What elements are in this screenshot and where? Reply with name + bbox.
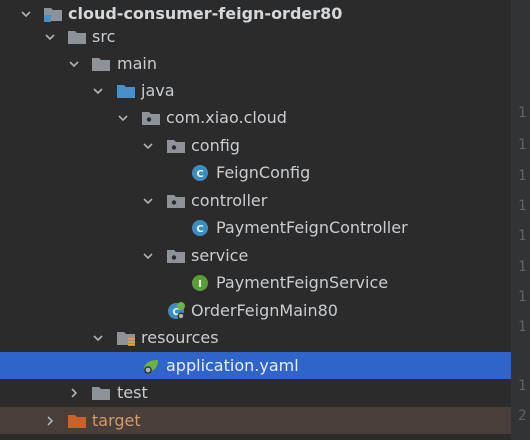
- line-number: 1: [518, 228, 527, 244]
- chevron-down-icon[interactable]: [43, 30, 57, 44]
- module-folder-icon: [43, 5, 63, 23]
- folder-label: java: [141, 80, 175, 100]
- tree-row-order-feign-main80[interactable]: OrderFeignMain80: [0, 297, 511, 324]
- file-label: application.yaml: [166, 355, 299, 375]
- line-number: 1: [518, 378, 527, 394]
- chevron-right-icon[interactable]: [67, 386, 81, 400]
- tree-row-src[interactable]: src: [0, 23, 511, 50]
- project-name: cloud-consumer-feign-order80: [68, 3, 343, 23]
- spring-boot-class-icon: [166, 302, 186, 320]
- line-number: 1: [518, 319, 527, 335]
- folder-label: test: [117, 382, 148, 402]
- excluded-folder-icon: [67, 412, 87, 430]
- project-panel: cloud-consumer-feign-order80 src main ja…: [0, 0, 530, 440]
- tree-row-service[interactable]: service: [0, 242, 511, 269]
- line-number: 1: [518, 137, 527, 153]
- package-label: service: [191, 245, 249, 265]
- folder-label: src: [92, 26, 116, 46]
- package-icon: [166, 247, 186, 265]
- tree-row-payment-feign-controller[interactable]: PaymentFeignController: [0, 214, 511, 241]
- folder-label: resources: [141, 327, 219, 347]
- file-label: OrderFeignMain80: [191, 300, 338, 320]
- chevron-down-icon[interactable]: [141, 139, 155, 153]
- line-number: 1: [518, 105, 527, 121]
- package-icon: [166, 192, 186, 210]
- tree-row-feign-config[interactable]: FeignConfig: [0, 159, 511, 186]
- tree-row-java[interactable]: java: [0, 77, 511, 104]
- source-folder-icon: [116, 82, 136, 100]
- folder-label: main: [117, 53, 157, 73]
- folder-label: target: [92, 410, 141, 430]
- editor-gutter: 1 1 1 1 1 1 1 1 1 2: [511, 0, 530, 440]
- tree-row-main[interactable]: main: [0, 50, 511, 77]
- class-icon: [190, 219, 210, 237]
- tree-row-payment-feign-service[interactable]: PaymentFeignService: [0, 269, 511, 296]
- package-icon: [166, 137, 186, 155]
- tree-row-target[interactable]: target: [0, 407, 511, 434]
- package-label: com.xiao.cloud: [166, 107, 287, 127]
- package-label: config: [191, 135, 240, 155]
- line-number: 2: [518, 408, 527, 424]
- tree-row-test[interactable]: test: [0, 379, 511, 406]
- class-icon: [190, 164, 210, 182]
- tree-row-controller[interactable]: controller: [0, 187, 511, 214]
- chevron-right-icon[interactable]: [43, 414, 57, 428]
- line-number: 1: [518, 198, 527, 214]
- folder-icon: [67, 28, 87, 46]
- project-tree: cloud-consumer-feign-order80 src main ja…: [0, 0, 511, 440]
- package-label: controller: [191, 190, 268, 210]
- line-number: 1: [518, 259, 527, 275]
- tree-row-config[interactable]: config: [0, 132, 511, 159]
- interface-icon: [190, 274, 210, 292]
- spring-yaml-icon: [141, 357, 161, 375]
- chevron-down-icon[interactable]: [116, 111, 130, 125]
- chevron-down-icon[interactable]: [91, 84, 105, 98]
- chevron-down-icon[interactable]: [141, 249, 155, 263]
- file-label: PaymentFeignController: [216, 217, 408, 237]
- chevron-down-icon[interactable]: [141, 194, 155, 208]
- chevron-down-icon[interactable]: [19, 7, 33, 21]
- file-label: PaymentFeignService: [216, 272, 389, 292]
- folder-icon: [91, 384, 111, 402]
- chevron-down-icon[interactable]: [67, 57, 81, 71]
- package-icon: [141, 109, 161, 127]
- file-label: FeignConfig: [216, 162, 311, 182]
- tree-row-application-yaml[interactable]: application.yaml: [0, 352, 511, 379]
- resources-folder-icon: [116, 329, 136, 347]
- tree-row-package[interactable]: com.xiao.cloud: [0, 104, 511, 131]
- chevron-down-icon[interactable]: [91, 331, 105, 345]
- line-number: 1: [518, 168, 527, 184]
- line-number: 1: [518, 289, 527, 305]
- tree-row-resources[interactable]: resources: [0, 324, 511, 351]
- folder-icon: [91, 55, 111, 73]
